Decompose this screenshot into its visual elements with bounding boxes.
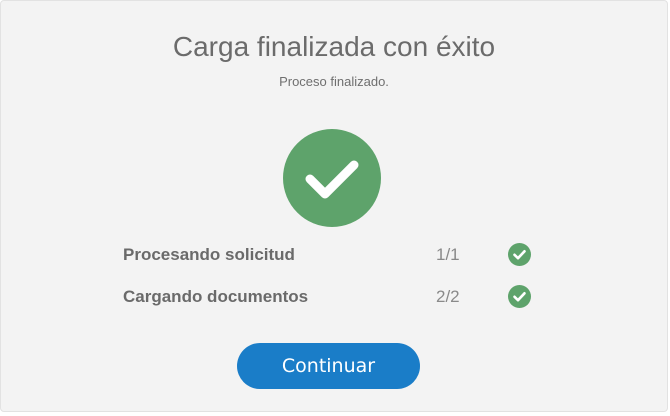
dialog-title: Carga finalizada con éxito — [172, 31, 496, 62]
step-row-cargando-documentos: Cargando documentos 2/2 — [123, 282, 543, 312]
check-circle-icon — [508, 285, 531, 308]
step-label: Cargando documentos — [123, 287, 309, 306]
check-circle-icon — [508, 243, 531, 266]
step-label: Procesando solicitud — [123, 245, 295, 264]
upload-complete-dialog: Carga finalizada con éxito Proceso final… — [0, 0, 668, 412]
step-count: 2/2 — [436, 287, 460, 306]
dialog-subtitle: Proceso finalizado. — [279, 74, 389, 89]
step-row-procesando-solicitud: Procesando solicitud 1/1 — [123, 240, 543, 270]
step-count: 1/1 — [436, 245, 460, 264]
continue-button[interactable]: Continuar — [237, 343, 420, 389]
success-check-icon — [283, 129, 381, 227]
